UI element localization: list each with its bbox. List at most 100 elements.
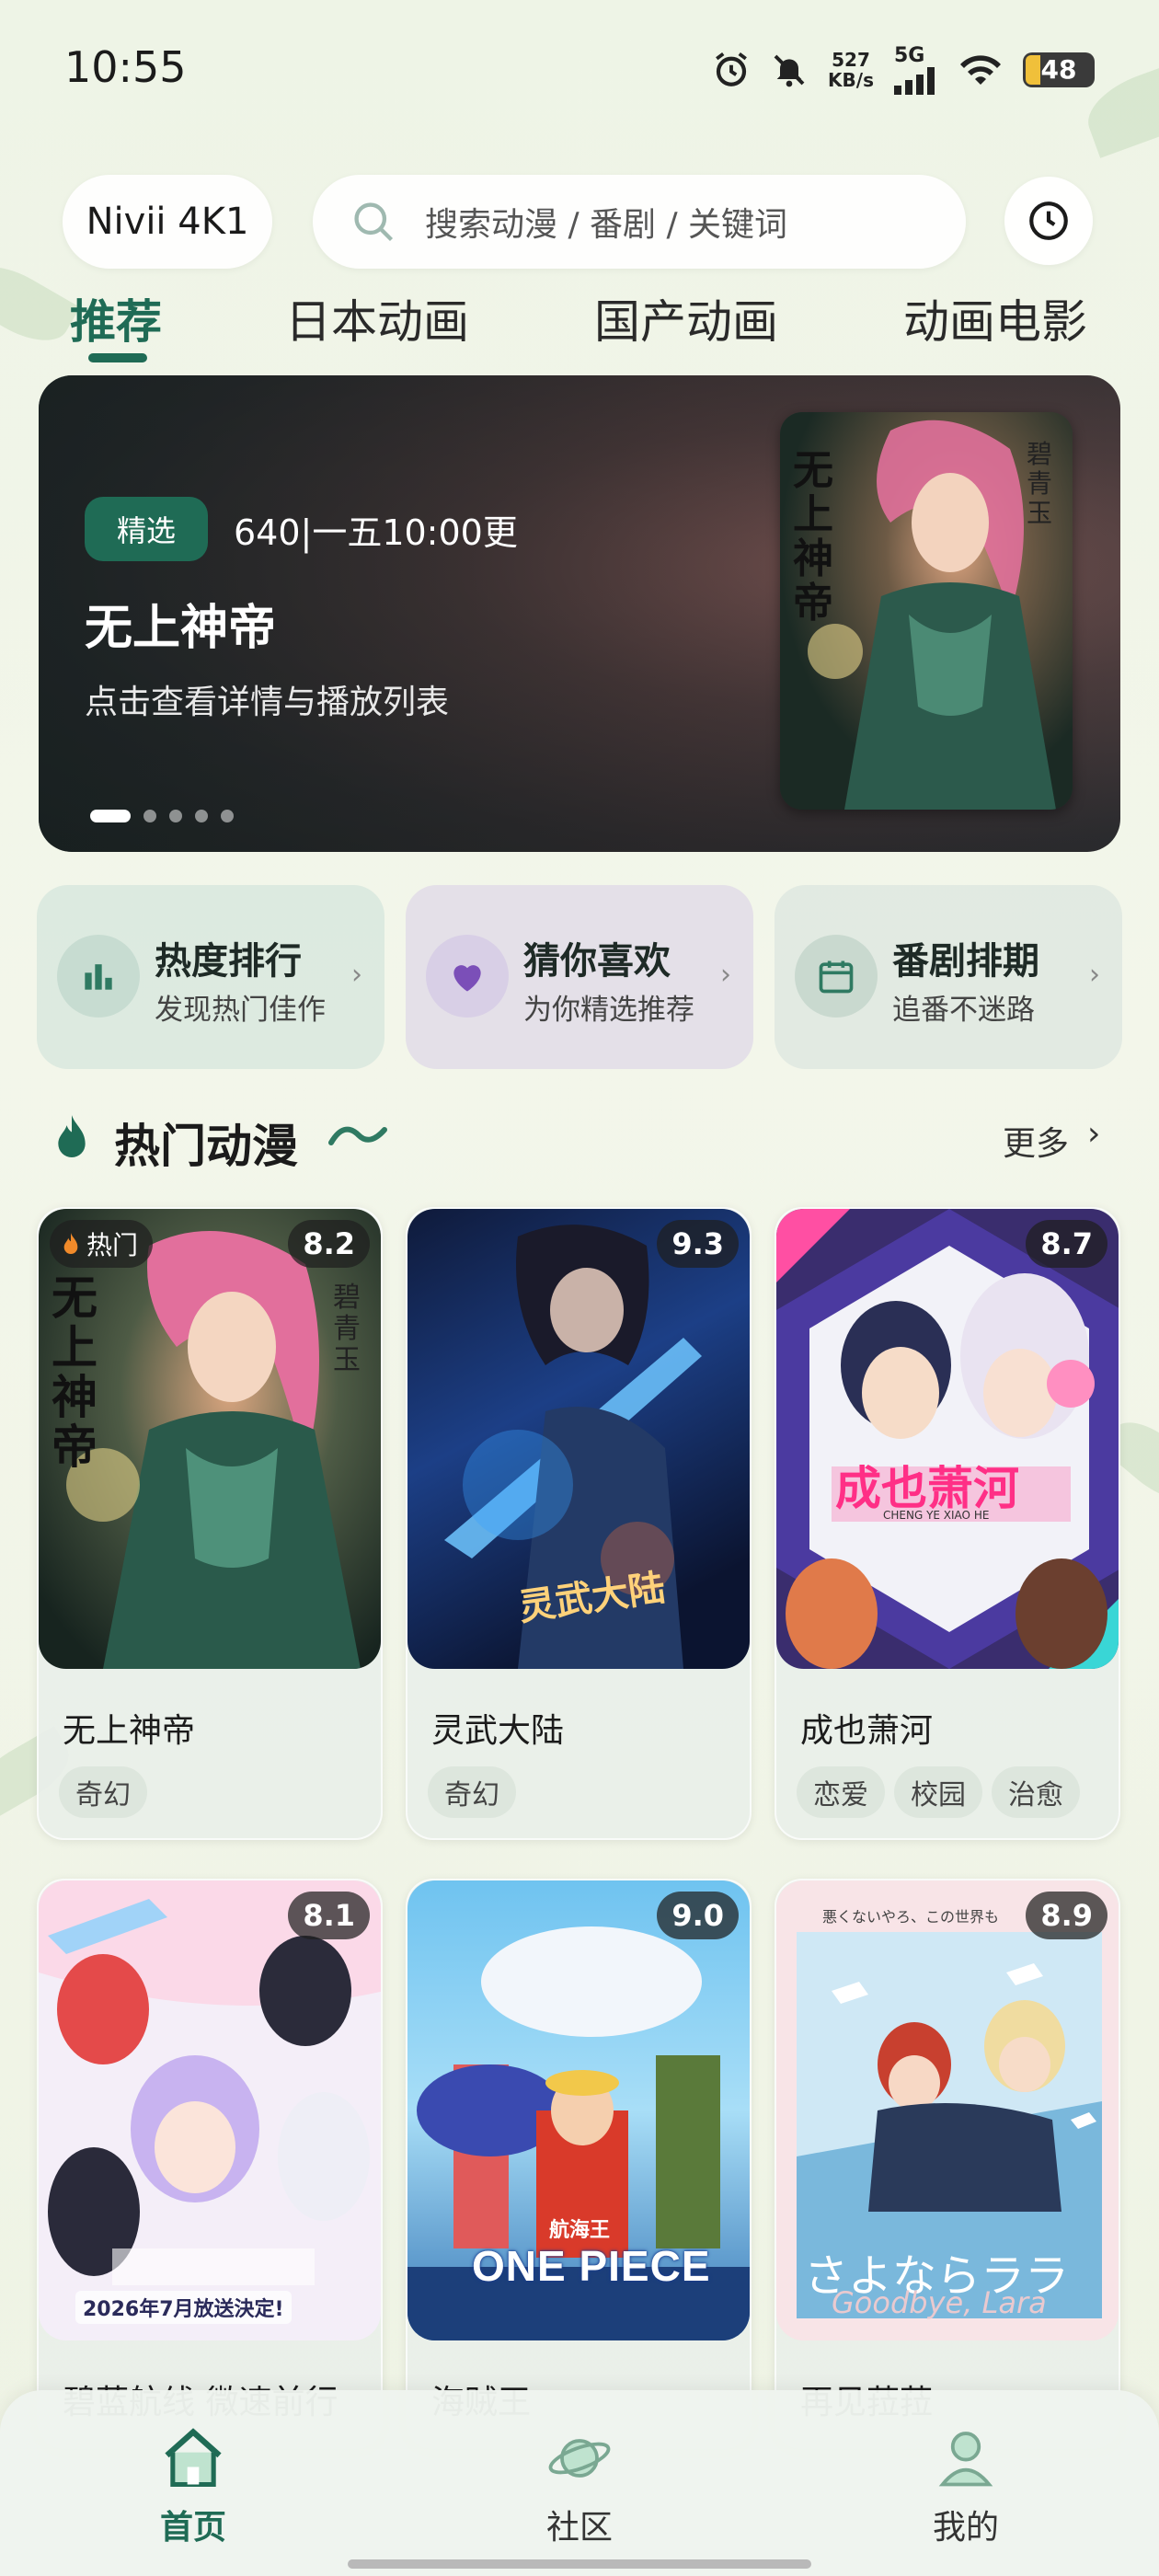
- quick-link-guess-you-like[interactable]: 猜你喜欢 为你精选推荐 ›: [406, 885, 753, 1069]
- featured-badge: 精选: [85, 497, 208, 561]
- flame-icon: [63, 1233, 78, 1254]
- poster-subtitle-text: CHENG YE XIAO HE: [883, 1509, 990, 1522]
- chevron-right-icon: ›: [351, 959, 362, 991]
- category-tabs: 推荐 日本动画 国产动画 动画电影: [0, 276, 1159, 377]
- anime-card[interactable]: 无上神帝 碧青玉 热门 8.2 无上神帝 奇幻: [37, 1207, 383, 1840]
- anime-poster: 无上神帝 碧青玉: [39, 1209, 381, 1669]
- quick-link-subtitle: 追番不迷路: [892, 994, 1035, 1027]
- anime-card[interactable]: 悪くないやろ、この世界も さよならララ Goodbye, Lara 8.9 再见…: [775, 1879, 1120, 2449]
- genre-tag[interactable]: 校园: [894, 1766, 982, 1818]
- anime-poster: 2026年7月放送決定!: [39, 1880, 381, 2340]
- history-button[interactable]: [1004, 177, 1093, 265]
- search-input[interactable]: 搜索动漫 / 番剧 / 关键词: [313, 175, 966, 269]
- banner-subtitle: 点击查看详情与播放列表: [85, 684, 450, 721]
- calendar-icon: [795, 935, 878, 1018]
- nav-profile[interactable]: 我的: [874, 2423, 1058, 2548]
- banner-pagination[interactable]: [90, 810, 234, 822]
- nav-label: 社区: [545, 2509, 613, 2547]
- alarm-icon: [716, 52, 747, 86]
- anime-poster: 灵武大陆: [407, 1209, 750, 1669]
- rating-badge: 8.2: [288, 1220, 370, 1268]
- anime-card[interactable]: 2026年7月放送決定! 8.1 碧蓝航线 微速前行: [37, 1879, 383, 2449]
- anime-card[interactable]: 灵武大陆 9.3 灵武大陆 奇幻: [406, 1207, 752, 1840]
- quick-link-schedule[interactable]: 番剧排期 追番不迷路 ›: [775, 885, 1122, 1069]
- tab-recommend[interactable]: 推荐: [70, 285, 162, 351]
- rating-badge: 9.3: [657, 1220, 739, 1268]
- battery-level: 48: [1040, 54, 1077, 85]
- chevron-right-icon[interactable]: ›: [1087, 1115, 1100, 1153]
- planet-icon: [548, 2439, 611, 2478]
- banner-dot[interactable]: [143, 810, 156, 822]
- anime-title: 成也萧河: [800, 1712, 934, 1750]
- profile-icon: [938, 2432, 993, 2487]
- chevron-right-icon: ›: [1089, 959, 1100, 991]
- search-placeholder: 搜索动漫 / 番剧 / 关键词: [425, 206, 788, 244]
- poster-title-text: ONE PIECE: [472, 2242, 711, 2290]
- banner-poster[interactable]: 无上神帝 碧青玉: [780, 412, 1073, 810]
- anime-title: 灵武大陆: [431, 1712, 565, 1750]
- anime-poster: 航海王 ONE PIECE: [407, 1880, 750, 2340]
- genre-tag[interactable]: 奇幻: [428, 1766, 516, 1818]
- genre-tag[interactable]: 治愈: [992, 1766, 1080, 1818]
- rating-badge: 9.0: [657, 1892, 739, 1939]
- tab-indicator: [88, 353, 147, 362]
- banner-dot[interactable]: [169, 810, 182, 822]
- signal-icon: [894, 67, 935, 95]
- quick-link-hot-ranking[interactable]: 热度排行 发现热门佳作 ›: [37, 885, 384, 1069]
- network-speed: 527 KB/s: [828, 50, 874, 90]
- network-type: 5G: [894, 44, 925, 67]
- banner-dot[interactable]: [195, 810, 208, 822]
- anime-card[interactable]: 航海王 ONE PIECE 9.0 海贼王: [406, 1879, 752, 2449]
- poster-title-text: 无上神帝: [52, 1271, 98, 1474]
- anime-poster: 成也萧河 CHENG YE XIAO HE: [776, 1209, 1119, 1669]
- tab-japanese-anime[interactable]: 日本动画: [285, 285, 469, 351]
- poster-side-text: 碧青玉: [333, 1282, 361, 1376]
- network-speed-unit: KB/s: [828, 68, 874, 91]
- wifi-icon: [960, 54, 1001, 85]
- anime-card[interactable]: 成也萧河 CHENG YE XIAO HE 8.7 成也萧河 恋爱 校园 治愈: [775, 1207, 1120, 1840]
- status-time: 10:55: [64, 42, 187, 92]
- nav-community[interactable]: 社区: [488, 2423, 671, 2548]
- banner-dot[interactable]: [221, 810, 234, 822]
- banner-poster-title: 无上神帝: [793, 447, 833, 627]
- rating-badge: 8.7: [1026, 1220, 1107, 1268]
- rating-badge: 8.9: [1026, 1892, 1107, 1939]
- tag-list: 奇幻: [59, 1766, 147, 1818]
- poster-top-text: 航海王: [549, 2219, 611, 2242]
- banner-dot[interactable]: [90, 810, 131, 822]
- tab-chinese-anime[interactable]: 国产动画: [594, 285, 778, 351]
- bottom-navigation: 首页 社区 我的: [0, 2390, 1159, 2576]
- anime-poster: 悪くないやろ、この世界も さよならララ Goodbye, Lara: [776, 1880, 1119, 2340]
- chevron-right-icon: ›: [720, 959, 731, 991]
- clock-icon: [1029, 201, 1068, 240]
- nav-label: 首页: [159, 2509, 226, 2547]
- heart-icon: [426, 935, 509, 1018]
- network-speed-value: 527: [832, 48, 870, 71]
- anime-title: 无上神帝: [63, 1712, 196, 1750]
- home-icon: [165, 2428, 222, 2488]
- nav-home[interactable]: 首页: [101, 2423, 285, 2548]
- nav-label: 我的: [932, 2509, 999, 2547]
- banner-schedule: 640|一五10:00更: [234, 512, 518, 553]
- bar-chart-icon: [57, 935, 140, 1018]
- featured-banner[interactable]: 精选 640|一五10:00更 无上神帝 点击查看详情与播放列表 无上神帝 碧青…: [39, 375, 1120, 852]
- wave-icon: [328, 1126, 387, 1145]
- genre-tag[interactable]: 奇幻: [59, 1766, 147, 1818]
- rating-badge: 8.1: [288, 1892, 370, 1939]
- status-bar: 10:55 527 KB/s 5G 48: [0, 0, 1159, 147]
- home-indicator[interactable]: [348, 2559, 811, 2569]
- quick-link-subtitle: 发现热门佳作: [155, 994, 326, 1027]
- genre-tag[interactable]: 恋爱: [797, 1766, 885, 1818]
- poster-top-text: 悪くないやろ、この世界も: [822, 1908, 1000, 1926]
- tab-anime-movies[interactable]: 动画电影: [903, 285, 1087, 351]
- hot-badge-label: 热门: [86, 1230, 139, 1260]
- poster-subtitle-text: Goodbye, Lara: [832, 2285, 1047, 2320]
- poster-release-text: 2026年7月放送決定!: [75, 2291, 292, 2324]
- flame-icon: [58, 1115, 86, 1157]
- more-link[interactable]: 更多: [1003, 1117, 1069, 1165]
- battery-indicator: 48: [1023, 52, 1095, 87]
- source-selector-button[interactable]: Nivii 4K1: [63, 175, 272, 269]
- hot-badge: 热门: [50, 1220, 154, 1268]
- tag-list: 奇幻: [428, 1766, 516, 1818]
- status-icons: 527 KB/s 5G 48: [712, 44, 1095, 95]
